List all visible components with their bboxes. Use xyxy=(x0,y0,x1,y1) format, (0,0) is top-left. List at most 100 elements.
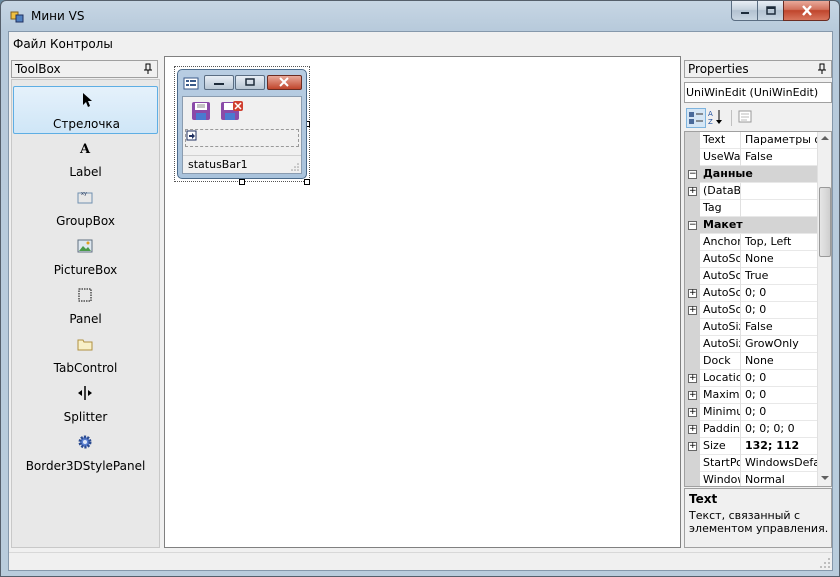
expand-icon[interactable]: + xyxy=(688,425,697,434)
save-icon[interactable] xyxy=(191,101,211,121)
designed-form[interactable]: statusBar1 xyxy=(177,69,307,179)
design-surface[interactable]: statusBar1 xyxy=(164,56,681,548)
property-row[interactable]: StartPoWindowsDefau xyxy=(685,455,817,472)
svg-text:xy: xy xyxy=(81,191,87,197)
property-value[interactable]: 0; 0 xyxy=(743,285,817,302)
property-row[interactable]: UseWai False xyxy=(685,149,817,166)
scroll-up-arrow[interactable] xyxy=(821,136,829,140)
property-value[interactable]: None xyxy=(743,251,817,268)
property-row[interactable]: AutoSiz GrowOnly xyxy=(685,336,817,353)
size-grip-icon[interactable] xyxy=(820,558,830,568)
tool-label-control[interactable]: A Label xyxy=(13,135,158,183)
property-value[interactable]: 0; 0 xyxy=(743,387,817,404)
close-icon xyxy=(279,77,289,87)
property-row[interactable]: Tag xyxy=(685,200,817,217)
property-row[interactable]: + Locatio 0; 0 xyxy=(685,370,817,387)
tool-splitter[interactable]: Splitter xyxy=(13,380,158,428)
property-scrollbar[interactable] xyxy=(817,132,831,486)
collapse-icon[interactable]: − xyxy=(688,170,697,179)
expand-icon[interactable]: + xyxy=(688,391,697,400)
property-category[interactable]: − Данные xyxy=(685,166,817,183)
property-row[interactable]: TextПараметры or xyxy=(685,132,817,149)
menu-controls[interactable]: Контролы xyxy=(50,37,113,51)
property-value[interactable]: GrowOnly xyxy=(743,336,817,353)
toolstrip-icon[interactable] xyxy=(186,130,198,142)
description-title: Text xyxy=(689,492,718,506)
status-bar-label: statusBar1 xyxy=(188,158,248,171)
property-row[interactable]: + Padding0; 0; 0; 0 xyxy=(685,421,817,438)
form-icon xyxy=(183,77,199,90)
close-button[interactable] xyxy=(783,1,830,21)
expand-icon[interactable]: + xyxy=(688,374,697,383)
property-value[interactable]: False xyxy=(743,149,817,166)
expand-icon[interactable]: + xyxy=(688,289,697,298)
property-row[interactable]: AutoSiz False xyxy=(685,319,817,336)
property-row[interactable]: + (DataBi xyxy=(685,183,817,200)
tool-border3dstylepanel[interactable]: Border3DStylePanel xyxy=(13,429,158,477)
property-value[interactable]: 0; 0 xyxy=(743,370,817,387)
expand-icon[interactable]: + xyxy=(688,306,697,315)
minimize-button[interactable] xyxy=(731,1,758,21)
property-row[interactable]: + Size 132; 112 xyxy=(685,438,817,455)
property-row[interactable]: AutoScrTrue xyxy=(685,268,817,285)
property-row[interactable]: Dock None xyxy=(685,353,817,370)
property-name: AutoSiz xyxy=(701,319,741,336)
property-name: AutoScr xyxy=(701,285,741,302)
title-bar[interactable]: Мини VS xyxy=(1,1,840,31)
resize-handle-corner[interactable] xyxy=(304,179,310,185)
property-value[interactable]: WindowsDefau xyxy=(743,455,817,472)
row-gutter xyxy=(685,353,700,370)
property-value[interactable]: Top, Left xyxy=(743,234,817,251)
category-name: Данные xyxy=(703,167,753,180)
collapse-icon[interactable]: − xyxy=(688,221,697,230)
property-value[interactable]: 0; 0; 0; 0 xyxy=(743,421,817,438)
property-value[interactable]: 0; 0 xyxy=(743,302,817,319)
tool-label: PictureBox xyxy=(53,263,118,277)
property-row[interactable]: + Minimur0; 0 xyxy=(685,404,817,421)
property-category[interactable]: − Макет xyxy=(685,217,817,234)
object-selector[interactable]: UniWinEdit (UniWinEdit) xyxy=(684,82,832,103)
tool-groupbox[interactable]: xy GroupBox xyxy=(13,184,158,232)
categorized-button[interactable] xyxy=(686,108,706,128)
property-row[interactable]: + AutoScr0; 0 xyxy=(685,285,817,302)
tool-label: GroupBox xyxy=(56,214,115,228)
property-name: Size xyxy=(701,438,741,455)
svg-text:A: A xyxy=(79,142,91,156)
property-value[interactable]: 0; 0 xyxy=(743,404,817,421)
property-value[interactable]: None xyxy=(743,353,817,370)
tool-pointer[interactable]: Стрелочка xyxy=(13,86,158,134)
minimize-icon xyxy=(740,11,749,14)
property-pages-button[interactable] xyxy=(736,108,756,128)
expand-icon[interactable]: + xyxy=(688,442,697,451)
row-gutter xyxy=(685,336,700,353)
property-row[interactable]: + AutoScr0; 0 xyxy=(685,302,817,319)
property-value[interactable] xyxy=(743,183,817,200)
expand-icon[interactable]: + xyxy=(688,408,697,417)
tool-panel[interactable]: Panel xyxy=(13,282,158,330)
tool-picturebox[interactable]: PictureBox xyxy=(13,233,158,281)
menu-bar: Файл Контролы xyxy=(9,32,832,54)
property-value[interactable]: Параметры or xyxy=(743,132,817,149)
property-value[interactable]: True xyxy=(743,268,817,285)
resize-handle-bottom[interactable] xyxy=(239,179,245,185)
property-value[interactable]: 132; 112 xyxy=(743,438,817,455)
expand-icon[interactable]: + xyxy=(688,187,697,196)
save-close-icon[interactable] xyxy=(220,101,244,121)
property-row[interactable]: Anchor Top, Left xyxy=(685,234,817,251)
property-row[interactable]: WindowNormal xyxy=(685,472,817,486)
property-row[interactable]: AutoScaNone xyxy=(685,251,817,268)
property-row[interactable]: + Maximu0; 0 xyxy=(685,387,817,404)
designed-status-bar[interactable]: statusBar1 xyxy=(183,155,301,173)
pin-icon[interactable] xyxy=(143,63,153,75)
alphabetical-button[interactable]: AZ xyxy=(707,108,727,128)
tool-tabcontrol[interactable]: TabControl xyxy=(13,331,158,379)
property-value[interactable] xyxy=(743,200,817,217)
scroll-down-arrow[interactable] xyxy=(821,476,829,480)
property-value[interactable]: False xyxy=(743,319,817,336)
maximize-button[interactable] xyxy=(757,1,784,21)
scroll-thumb[interactable] xyxy=(819,187,831,257)
property-value[interactable]: Normal xyxy=(743,472,817,486)
tool-label: Border3DStylePanel xyxy=(25,459,146,473)
menu-file[interactable]: Файл xyxy=(13,37,46,51)
pin-icon[interactable] xyxy=(817,63,827,75)
